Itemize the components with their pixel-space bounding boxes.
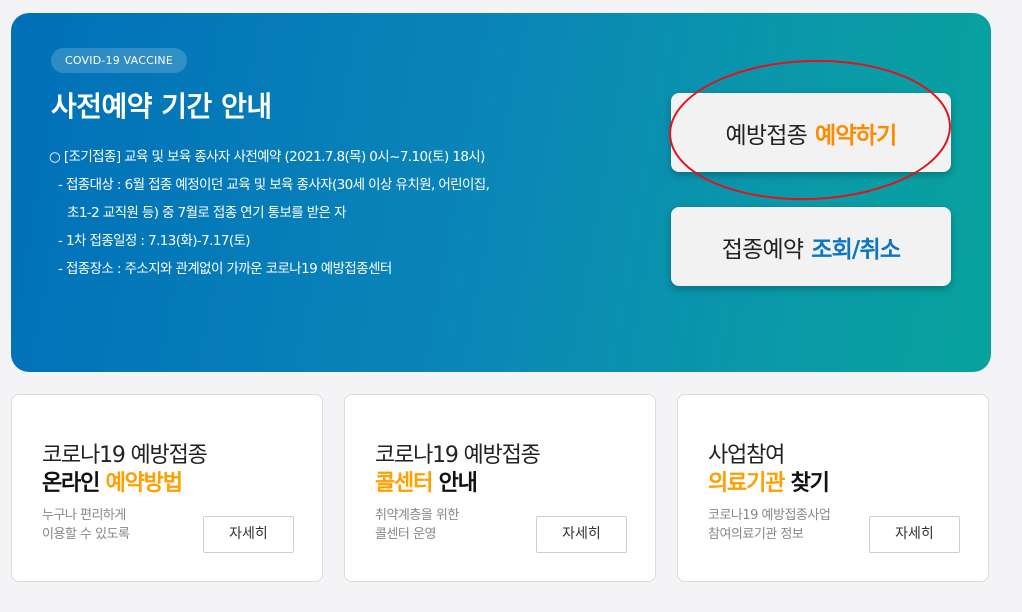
card-description-line1: 취약계층을 위한 — [375, 508, 459, 523]
notice-schedule: - 1차 접종일정 : 7.13(화)-7.17(토) — [58, 233, 251, 249]
card-description: 취약계층을 위한 콜센터 운영 — [375, 506, 459, 544]
card-call-center-info: 코로나19 예방접종 콜센터 안내 취약계층을 위한 콜센터 운영 자세히 — [344, 394, 656, 582]
card-description-line2: 참여의료기관 정보 — [708, 527, 804, 542]
vaccination-reserve-button[interactable]: 예방접종 예약하기 — [671, 93, 951, 172]
card-description-line1: 누구나 편리하게 — [42, 508, 126, 523]
card-find-medical-institution: 사업참여 의료기관 찾기 코로나19 예방접종사업 참여의료기관 정보 자세히 — [677, 394, 989, 582]
page: COVID-19 VACCINE 사전예약 기간 안내 ○ [조기접종] 교육 … — [0, 0, 1022, 612]
card-description: 누구나 편리하게 이용할 수 있도록 — [42, 506, 130, 544]
notice-place: - 접종장소 : 주소지와 관계없이 가까운 코로나19 예방접종센터 — [58, 261, 392, 277]
card-description: 코로나19 예방접종사업 참여의료기관 정보 — [708, 506, 831, 544]
details-button[interactable]: 자세히 — [203, 516, 294, 553]
card-description-line2: 이용할 수 있도록 — [42, 527, 130, 542]
card-title-highlight: 예약방법 — [105, 471, 183, 496]
reserve-button-highlight: 예약하기 — [815, 122, 897, 149]
hero-banner: COVID-19 VACCINE 사전예약 기간 안내 ○ [조기접종] 교육 … — [11, 13, 991, 372]
vaccine-badge: COVID-19 VACCINE — [51, 48, 187, 73]
lookup-button-prefix: 접종예약 — [721, 236, 804, 263]
details-button[interactable]: 자세히 — [536, 516, 627, 553]
card-title-line2: 콜센터 안내 — [375, 465, 478, 497]
reserve-button-prefix: 예방접종 — [725, 122, 808, 149]
reservation-lookup-cancel-button[interactable]: 접종예약 조회/취소 — [671, 207, 951, 286]
reservation-notice: ○ [조기접종] 교육 및 보육 종사자 사전예약 (2021.7.8(목) 0… — [49, 143, 609, 283]
card-description-line2: 콜센터 운영 — [375, 527, 436, 542]
hero-title: 사전예약 기간 안내 — [51, 90, 272, 123]
card-title-plain: 온라인 — [42, 471, 106, 496]
lookup-button-highlight: 조회/취소 — [811, 236, 901, 263]
notice-target-continued: 초1-2 교직원 등) 중 7월로 접종 연기 통보를 받은 자 — [67, 205, 346, 221]
card-description-line1: 코로나19 예방접종사업 — [708, 508, 831, 523]
card-title-highlight: 콜센터 — [375, 471, 433, 496]
notice-headline: ○ [조기접종] 교육 및 보육 종사자 사전예약 (2021.7.8(목) 0… — [49, 149, 485, 165]
details-button[interactable]: 자세히 — [869, 516, 960, 553]
card-title-highlight: 의료기관 — [708, 471, 785, 496]
card-online-reservation-guide: 코로나19 예방접종 온라인 예약방법 누구나 편리하게 이용할 수 있도록 자… — [11, 394, 323, 582]
card-title-line2: 의료기관 찾기 — [708, 465, 830, 497]
card-title-line2: 온라인 예약방법 — [42, 465, 183, 497]
notice-target: - 접종대상 : 6월 접종 예정이던 교육 및 보육 종사자(30세 이상 유… — [58, 177, 490, 193]
card-title-plain: 안내 — [432, 471, 478, 496]
card-title-plain: 찾기 — [784, 471, 830, 496]
